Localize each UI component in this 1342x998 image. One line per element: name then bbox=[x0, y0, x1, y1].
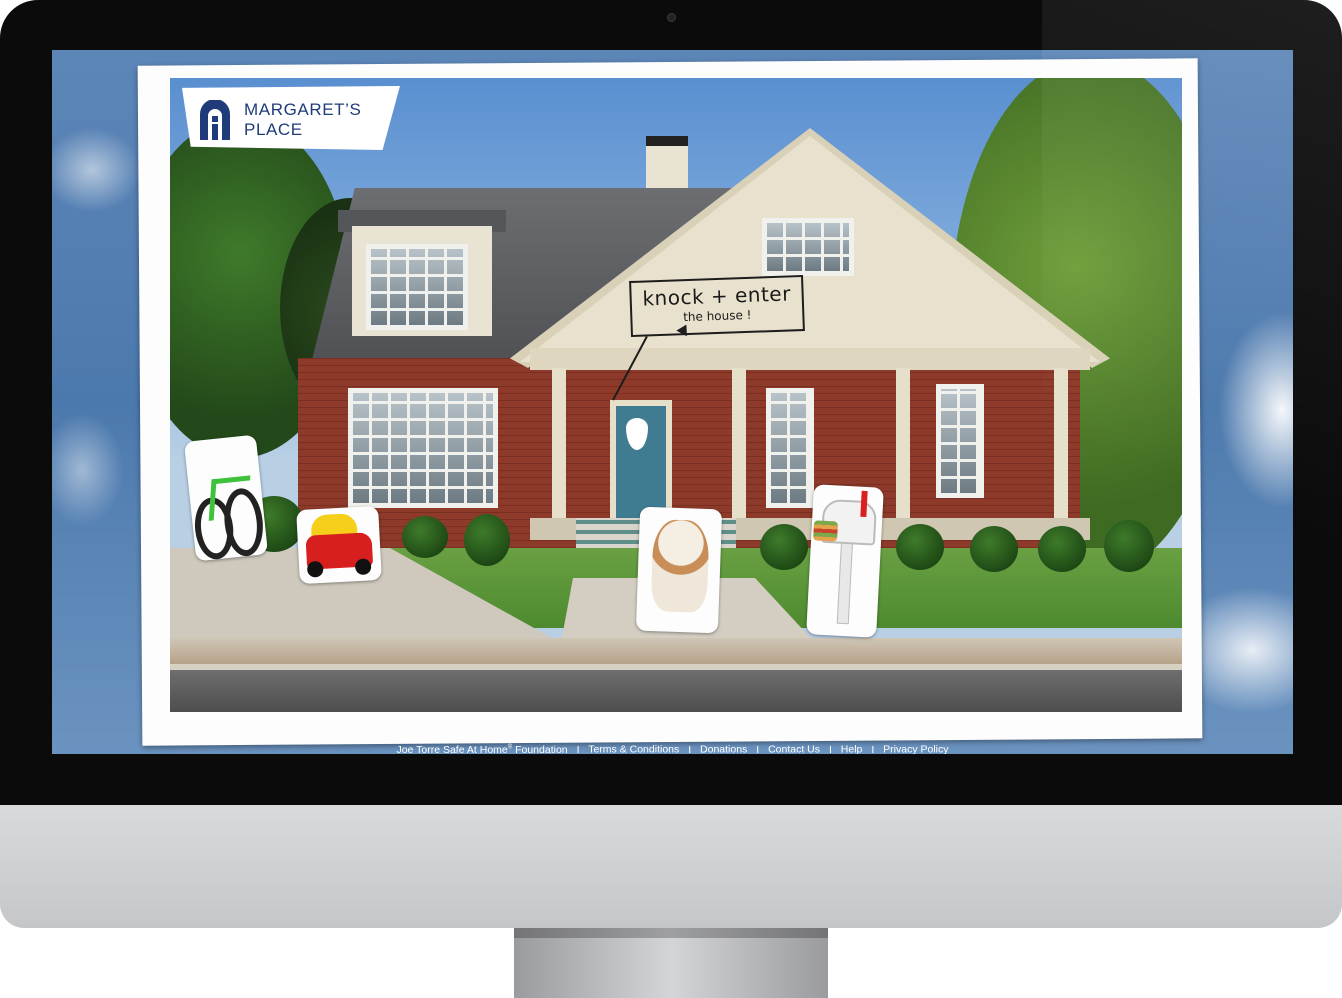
footer-link-donations[interactable]: Donations bbox=[700, 744, 747, 755]
bulldog-cutout[interactable] bbox=[635, 506, 723, 634]
car-wheel bbox=[354, 558, 372, 576]
stand-shadow bbox=[514, 928, 828, 938]
side-window bbox=[936, 384, 984, 498]
porch-roof bbox=[530, 348, 1090, 370]
street bbox=[170, 670, 1182, 712]
shrub bbox=[1104, 520, 1154, 572]
shrub bbox=[1038, 526, 1086, 572]
footer-separator: I bbox=[828, 743, 832, 755]
porch-column bbox=[1054, 368, 1068, 518]
mailbox-cutout[interactable] bbox=[806, 484, 884, 638]
car-wheel bbox=[306, 560, 324, 578]
logo-line-1: MARGARET’S bbox=[244, 100, 362, 119]
logo-line-2: PLACE bbox=[244, 120, 303, 139]
mail-icon bbox=[813, 520, 839, 542]
shrub bbox=[760, 524, 808, 570]
shrub bbox=[896, 524, 944, 570]
shrub bbox=[402, 516, 448, 558]
footer-link-contact[interactable]: Contact Us bbox=[768, 744, 820, 755]
shrub bbox=[970, 526, 1018, 572]
footer-link-foundation[interactable]: Joe Torre Safe At Home® Foundation bbox=[396, 744, 567, 755]
knock-enter-sign[interactable]: knock + enter the house ! bbox=[629, 274, 805, 338]
footer-link-help[interactable]: Help bbox=[841, 744, 863, 755]
porch-column bbox=[896, 368, 910, 518]
footer-separator: I bbox=[871, 743, 875, 755]
screen: knock + enter the house ! MARGARET’S PLA… bbox=[52, 50, 1293, 754]
monitor-chin bbox=[0, 805, 1342, 928]
footer-nav: Joe Torre Safe At Home® Foundation I Ter… bbox=[52, 740, 1293, 755]
porch-column bbox=[732, 368, 746, 518]
footer-separator: I bbox=[688, 743, 692, 755]
monitor-stand bbox=[514, 928, 828, 998]
margarets-place-logo[interactable]: MARGARET’S PLACE bbox=[182, 86, 400, 150]
footer-link-terms[interactable]: Terms & Conditions bbox=[588, 744, 679, 755]
bicycle-cutout[interactable] bbox=[183, 434, 269, 562]
footer-separator: I bbox=[576, 743, 580, 755]
side-window bbox=[766, 388, 814, 508]
bike-frame bbox=[208, 475, 251, 521]
footer-separator: I bbox=[756, 743, 760, 755]
webcam-icon bbox=[667, 13, 676, 22]
gable-window bbox=[762, 218, 854, 276]
dormer-window bbox=[366, 244, 468, 330]
arched-door-icon bbox=[198, 100, 232, 140]
toy-car-cutout[interactable] bbox=[296, 505, 382, 585]
porch-column bbox=[552, 368, 566, 518]
front-window bbox=[348, 388, 498, 508]
house-scene[interactable]: knock + enter the house ! bbox=[170, 78, 1182, 712]
shrub bbox=[464, 514, 510, 566]
footer-link-privacy[interactable]: Privacy Policy bbox=[883, 744, 948, 755]
mailbox-post bbox=[836, 535, 854, 625]
logo-text: MARGARET’S PLACE bbox=[244, 100, 361, 140]
bulldog bbox=[650, 519, 710, 613]
